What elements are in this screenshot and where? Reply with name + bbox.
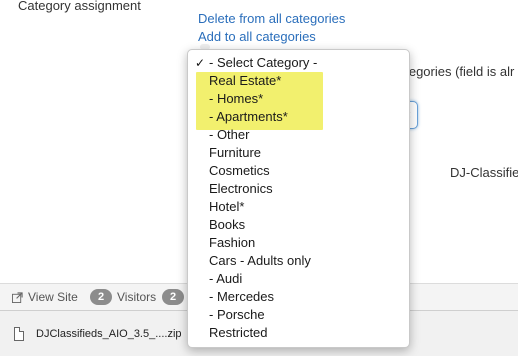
dropdown-option-label: - Homes*: [209, 91, 264, 106]
dropdown-option-label: - Audi: [209, 271, 243, 286]
dropdown-option-label: Hotel*: [209, 199, 245, 214]
dropdown-option[interactable]: Hotel*: [188, 198, 409, 216]
dropdown-option[interactable]: Books: [188, 216, 409, 234]
add-to-all-categories-link[interactable]: Add to all categories: [198, 29, 316, 44]
dropdown-option-label: Books: [209, 217, 246, 232]
dropdown-option-label: Fashion: [209, 235, 256, 250]
dropdown-option[interactable]: Fashion: [188, 234, 409, 252]
download-file-name: DJClassifieds_AIO_3.5_....zip: [36, 327, 182, 340]
dropdown-option[interactable]: - Audi: [188, 270, 409, 288]
view-site-label: View Site: [28, 290, 78, 304]
dropdown-option-label: - Select Category -: [209, 55, 318, 70]
dropdown-option-label: Cosmetics: [209, 163, 270, 178]
dropdown-option[interactable]: - Mercedes: [188, 288, 409, 306]
dropdown-option-label: Cars - Adults only: [209, 253, 311, 268]
dropdown-option[interactable]: Restricted: [188, 324, 409, 342]
dropdown-option-label: - Porsche: [209, 307, 265, 322]
dropdown-option[interactable]: Furniture: [188, 144, 409, 162]
dropdown-option[interactable]: Real Estate*: [188, 72, 409, 90]
view-site-link[interactable]: View Site: [12, 290, 78, 304]
djclassifieds-text: DJ-Classifie: [450, 165, 518, 180]
dropdown-option[interactable]: Cosmetics: [188, 162, 409, 180]
dropdown-option[interactable]: - Porsche: [188, 306, 409, 324]
dropdown-option-label: Furniture: [209, 145, 262, 160]
dropdown-option-label: - Mercedes: [209, 289, 275, 304]
file-icon: [14, 326, 24, 341]
external-link-icon: [12, 291, 23, 303]
checkmark-icon: ✓: [195, 56, 206, 70]
dropdown-option-label: - Other: [209, 127, 250, 142]
dropdown-option[interactable]: Electronics: [188, 180, 409, 198]
dropdown-option[interactable]: - Other: [188, 126, 409, 144]
field-note-text: ategories (field is alr: [398, 64, 515, 79]
visitors-label: Visitors: [117, 290, 157, 304]
dropdown-option-label: - Apartments*: [209, 109, 288, 124]
category-assignment-label: Category assignment: [18, 0, 141, 13]
download-item[interactable]: DJClassifieds_AIO_3.5_....zip: [8, 317, 198, 350]
dropdown-option-label: Electronics: [209, 181, 273, 196]
dropdown-option[interactable]: - Homes*: [188, 90, 409, 108]
visitors-count-badge: 2: [162, 289, 184, 305]
delete-from-all-categories-link[interactable]: Delete from all categories: [198, 11, 345, 26]
dropdown-option-label: Real Estate*: [209, 73, 282, 88]
dropdown-option[interactable]: ✓ - Select Category -: [188, 54, 409, 72]
dropdown-option[interactable]: Cars - Adults only: [188, 252, 409, 270]
dropdown-option[interactable]: - Apartments*: [188, 108, 409, 126]
dropdown-options: ✓ - Select Category - Real Estate* - Homes*…: [188, 54, 409, 342]
category-dropdown-menu[interactable]: ✓ - Select Category - Real Estate* - Homes*…: [187, 49, 410, 348]
dropdown-option-label: Restricted: [209, 325, 268, 340]
count-badge: 2: [90, 289, 112, 305]
